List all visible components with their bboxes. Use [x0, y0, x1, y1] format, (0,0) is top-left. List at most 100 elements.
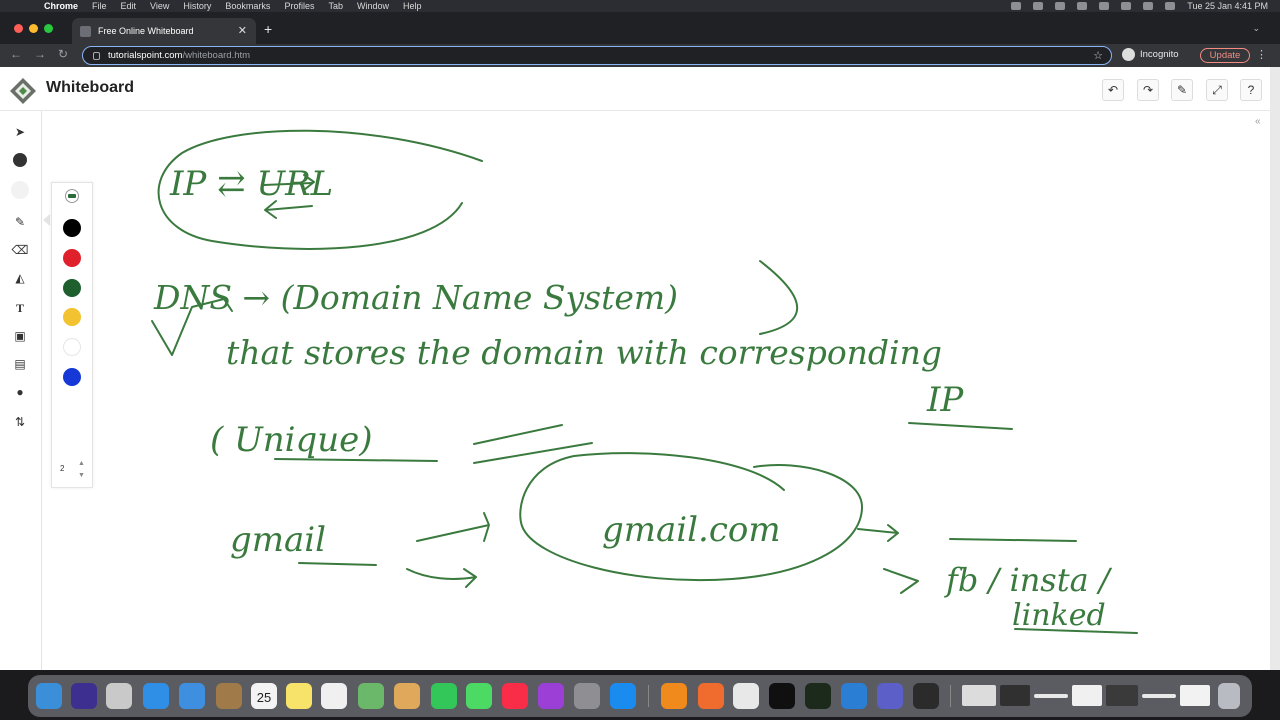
more-menu-icon[interactable]: ⋮ — [1256, 48, 1267, 61]
siri-icon[interactable] — [1165, 2, 1176, 10]
incognito-indicator[interactable]: Incognito — [1122, 48, 1179, 61]
menu-window[interactable]: Window — [357, 1, 389, 11]
app-header: Whiteboard ↶ ↷ ✎ ⤢ ? — [0, 67, 1270, 111]
trash-icon[interactable] — [1218, 683, 1240, 709]
maps-icon[interactable] — [358, 683, 384, 709]
menu-bookmarks[interactable]: Bookmarks — [225, 1, 270, 11]
window-thumbnail-1[interactable] — [962, 685, 996, 706]
sublime-icon[interactable] — [661, 683, 687, 709]
window-thumbnail-6[interactable] — [1142, 694, 1176, 698]
terminal-icon[interactable] — [769, 683, 795, 709]
page-scrollbar[interactable] — [1270, 67, 1280, 670]
redo-button[interactable]: ↷ — [1137, 79, 1159, 101]
window-thumbnail-2[interactable] — [1000, 685, 1030, 706]
underline-gmail — [298, 562, 377, 566]
fullscreen-icon[interactable]: ⤢ — [1206, 79, 1228, 101]
menu-help[interactable]: Help — [403, 1, 422, 11]
reminders-icon[interactable] — [321, 683, 347, 709]
calendar-icon[interactable]: 25 — [251, 683, 277, 709]
clear-board-icon[interactable]: ✎ — [1171, 79, 1193, 101]
obs-icon[interactable] — [913, 683, 939, 709]
select-pointer-icon[interactable]: ➤ — [9, 121, 31, 143]
bookmark-star-icon[interactable]: ☆ — [1093, 49, 1103, 62]
brush-dot-icon[interactable] — [9, 149, 31, 171]
music-icon[interactable] — [502, 683, 528, 709]
blank-tool-icon[interactable] — [9, 179, 31, 201]
app-store-icon[interactable] — [610, 683, 636, 709]
pen-app-icon[interactable] — [698, 683, 724, 709]
tab-title: Free Online Whiteboard — [98, 26, 194, 36]
notes-icon[interactable] — [286, 683, 312, 709]
arrow-gmail-1 — [416, 512, 490, 542]
wifi-icon[interactable] — [1077, 2, 1088, 10]
window-thumbnail-4[interactable] — [1072, 685, 1102, 706]
text-tool-icon[interactable]: T — [9, 297, 31, 319]
menu-edit[interactable]: Edit — [121, 1, 137, 11]
status-icon-1[interactable] — [1011, 2, 1022, 10]
window-thumbnail-3[interactable] — [1034, 694, 1068, 698]
chat-icon[interactable]: ● — [9, 381, 31, 403]
window-thumbnail-7[interactable] — [1180, 685, 1210, 706]
menu-file[interactable]: File — [92, 1, 107, 11]
close-window-button[interactable] — [14, 24, 23, 33]
teams-icon[interactable] — [877, 683, 903, 709]
drawing-canvas[interactable]: IP ⇄ URL DNS → (Domain Name System) that… — [42, 111, 1270, 670]
status-icon-3[interactable] — [1055, 2, 1066, 10]
image-icon[interactable]: ▣ — [9, 325, 31, 347]
whiteboard-page: Whiteboard ↶ ↷ ✎ ⤢ ? ➤ ✎ ⌫ ◭ T ▣ ▤ ● ⇅ 2… — [0, 67, 1270, 670]
tab-search-icon[interactable]: ⌄ — [1252, 23, 1260, 34]
menu-app-name[interactable]: Chrome — [44, 1, 78, 11]
siri-dock-icon[interactable] — [71, 683, 97, 709]
help-icon[interactable]: ? — [1240, 79, 1262, 101]
new-tab-button[interactable]: + — [264, 21, 272, 37]
window-thumbnail-5[interactable] — [1106, 685, 1138, 706]
browser-tab[interactable]: Free Online Whiteboard ✕ — [72, 18, 256, 44]
shapes-icon[interactable]: ◭ — [9, 267, 31, 289]
system-preferences-icon[interactable] — [574, 683, 600, 709]
macos-dock: 25 — [0, 670, 1280, 720]
menu-tab[interactable]: Tab — [328, 1, 343, 11]
eraser-icon[interactable]: ⌫ — [9, 239, 31, 261]
minimize-window-button[interactable] — [29, 24, 38, 33]
mail-icon[interactable] — [179, 683, 205, 709]
battery-icon[interactable] — [1099, 2, 1110, 10]
menu-history[interactable]: History — [183, 1, 211, 11]
launchpad-icon[interactable] — [106, 683, 132, 709]
back-button[interactable]: ← — [10, 47, 22, 61]
note-ip: IP — [926, 380, 964, 420]
address-bar[interactable]: tutorialspoint.com/whiteboard.htm ☆ — [82, 46, 1112, 65]
collapse-panel-icon[interactable]: « — [1255, 116, 1261, 127]
search-icon[interactable] — [1143, 2, 1154, 10]
podcasts-icon[interactable] — [538, 683, 564, 709]
zoom-window-button[interactable] — [44, 24, 53, 33]
sort-arrows-icon[interactable]: ⇅ — [9, 411, 31, 433]
update-button[interactable]: Update — [1200, 48, 1250, 63]
photos-icon[interactable] — [394, 683, 420, 709]
user-icon[interactable] — [1121, 2, 1132, 10]
safari-icon[interactable] — [143, 683, 169, 709]
vscode-icon[interactable] — [841, 683, 867, 709]
incognito-icon — [1122, 48, 1135, 61]
activity-monitor-icon[interactable] — [805, 683, 831, 709]
dock-shelf: 25 — [28, 675, 1252, 717]
menu-profiles[interactable]: Profiles — [284, 1, 314, 11]
tab-favicon-icon — [80, 25, 91, 37]
messages-icon[interactable] — [466, 683, 492, 709]
arrow-to-services — [857, 524, 899, 542]
url-path: /whiteboard.htm — [182, 50, 251, 61]
undo-button[interactable]: ↶ — [1102, 79, 1124, 101]
note-ip-url: IP ⇄ URL — [169, 164, 333, 204]
contacts-icon[interactable] — [216, 683, 242, 709]
reload-button[interactable]: ↻ — [58, 47, 68, 61]
pencil-icon[interactable]: ✎ — [9, 211, 31, 233]
chrome-icon[interactable] — [733, 683, 759, 709]
board-settings-icon[interactable]: ▤ — [9, 353, 31, 375]
lock-icon[interactable] — [93, 51, 100, 60]
tab-close-icon[interactable]: ✕ — [238, 24, 247, 37]
facetime-icon[interactable] — [431, 683, 457, 709]
menu-view[interactable]: View — [150, 1, 169, 11]
finder-icon[interactable] — [36, 683, 62, 709]
forward-button[interactable]: → — [34, 47, 46, 61]
status-icon-2[interactable] — [1033, 2, 1044, 10]
menubar-clock[interactable]: Tue 25 Jan 4:41 PM — [1187, 1, 1268, 11]
